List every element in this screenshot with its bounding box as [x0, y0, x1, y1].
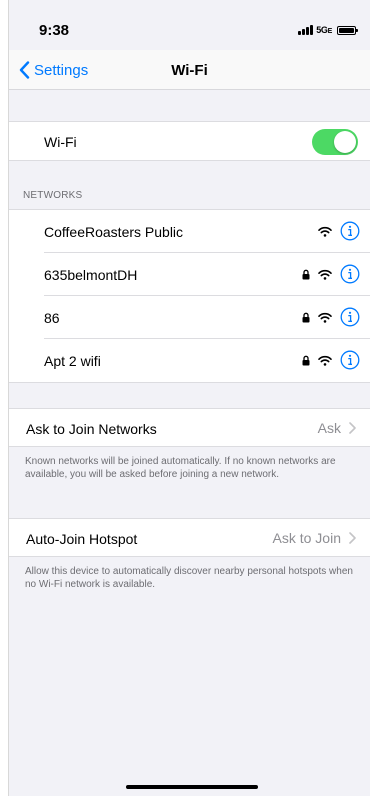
info-icon[interactable] [340, 264, 360, 284]
network-icons [302, 307, 360, 327]
wifi-signal-icon [318, 226, 332, 237]
network-row[interactable]: Apt 2 wifi [9, 339, 370, 382]
wifi-toggle-group: Wi-Fi [9, 121, 370, 161]
ask-to-join-row[interactable]: Ask to Join Networks Ask [9, 408, 370, 447]
chevron-right-icon [349, 532, 356, 544]
network-type: 5GE [316, 25, 332, 35]
battery-icon [337, 25, 358, 35]
info-icon[interactable] [340, 350, 360, 370]
status-indicators: 5GE [298, 25, 358, 35]
info-icon[interactable] [340, 307, 360, 327]
home-indicator[interactable] [126, 785, 258, 789]
ask-to-join-label: Ask to Join Networks [26, 420, 157, 437]
auto-join-hotspot-value: Ask to Join [272, 530, 341, 546]
wifi-toggle-label: Wi-Fi [44, 134, 77, 150]
ask-to-join-label-wrap: Ask to Join Networks [9, 409, 370, 448]
network-icons [302, 264, 360, 284]
network-icons [302, 350, 360, 370]
device-frame: 9:38 5GE Settings Wi-Fi Wi-Fi NETWORKS C… [8, 0, 370, 796]
auto-join-hotspot-footnote: Allow this device to automatically disco… [25, 566, 353, 590]
auto-join-hotspot-label: Auto-Join Hotspot [26, 530, 138, 547]
wifi-signal-icon [318, 269, 332, 280]
network-name: 635belmontDH [44, 266, 138, 283]
page-title: Wi-Fi [171, 62, 208, 79]
wifi-signal-icon [318, 355, 332, 366]
ask-to-join-footnote: Known networks will be joined automatica… [25, 456, 336, 480]
lock-icon [302, 355, 310, 365]
network-row[interactable]: 86 [9, 296, 370, 339]
ask-to-join-value: Ask [317, 420, 341, 436]
wifi-signal-icon [318, 312, 332, 323]
status-bar: 9:38 5GE [9, 0, 370, 50]
lock-icon [302, 312, 310, 322]
auto-join-hotspot-row[interactable]: Auto-Join Hotspot Ask to Join [9, 518, 370, 557]
networks-section-header: NETWORKS [23, 190, 83, 201]
wifi-toggle-switch[interactable] [312, 129, 358, 155]
toggle-knob [334, 131, 356, 153]
network-name: 86 [44, 309, 60, 326]
networks-list: CoffeeRoasters Public 635belmontDH 86 Ap… [9, 209, 370, 383]
chevron-right-icon [349, 422, 356, 434]
network-row[interactable]: 635belmontDH [9, 253, 370, 296]
status-time: 9:38 [39, 22, 70, 39]
lock-icon [302, 269, 310, 279]
cellular-signal-icon [298, 25, 314, 35]
auto-join-hotspot-detail: Ask to Join [273, 530, 356, 546]
network-name: Apt 2 wifi [44, 352, 101, 369]
ask-to-join-detail: Ask [318, 420, 356, 436]
network-row[interactable]: CoffeeRoasters Public [9, 210, 370, 253]
navigation-bar: Settings Wi-Fi [9, 50, 370, 90]
info-icon[interactable] [340, 221, 360, 241]
network-name: CoffeeRoasters Public [44, 223, 184, 240]
network-icons [318, 221, 360, 241]
